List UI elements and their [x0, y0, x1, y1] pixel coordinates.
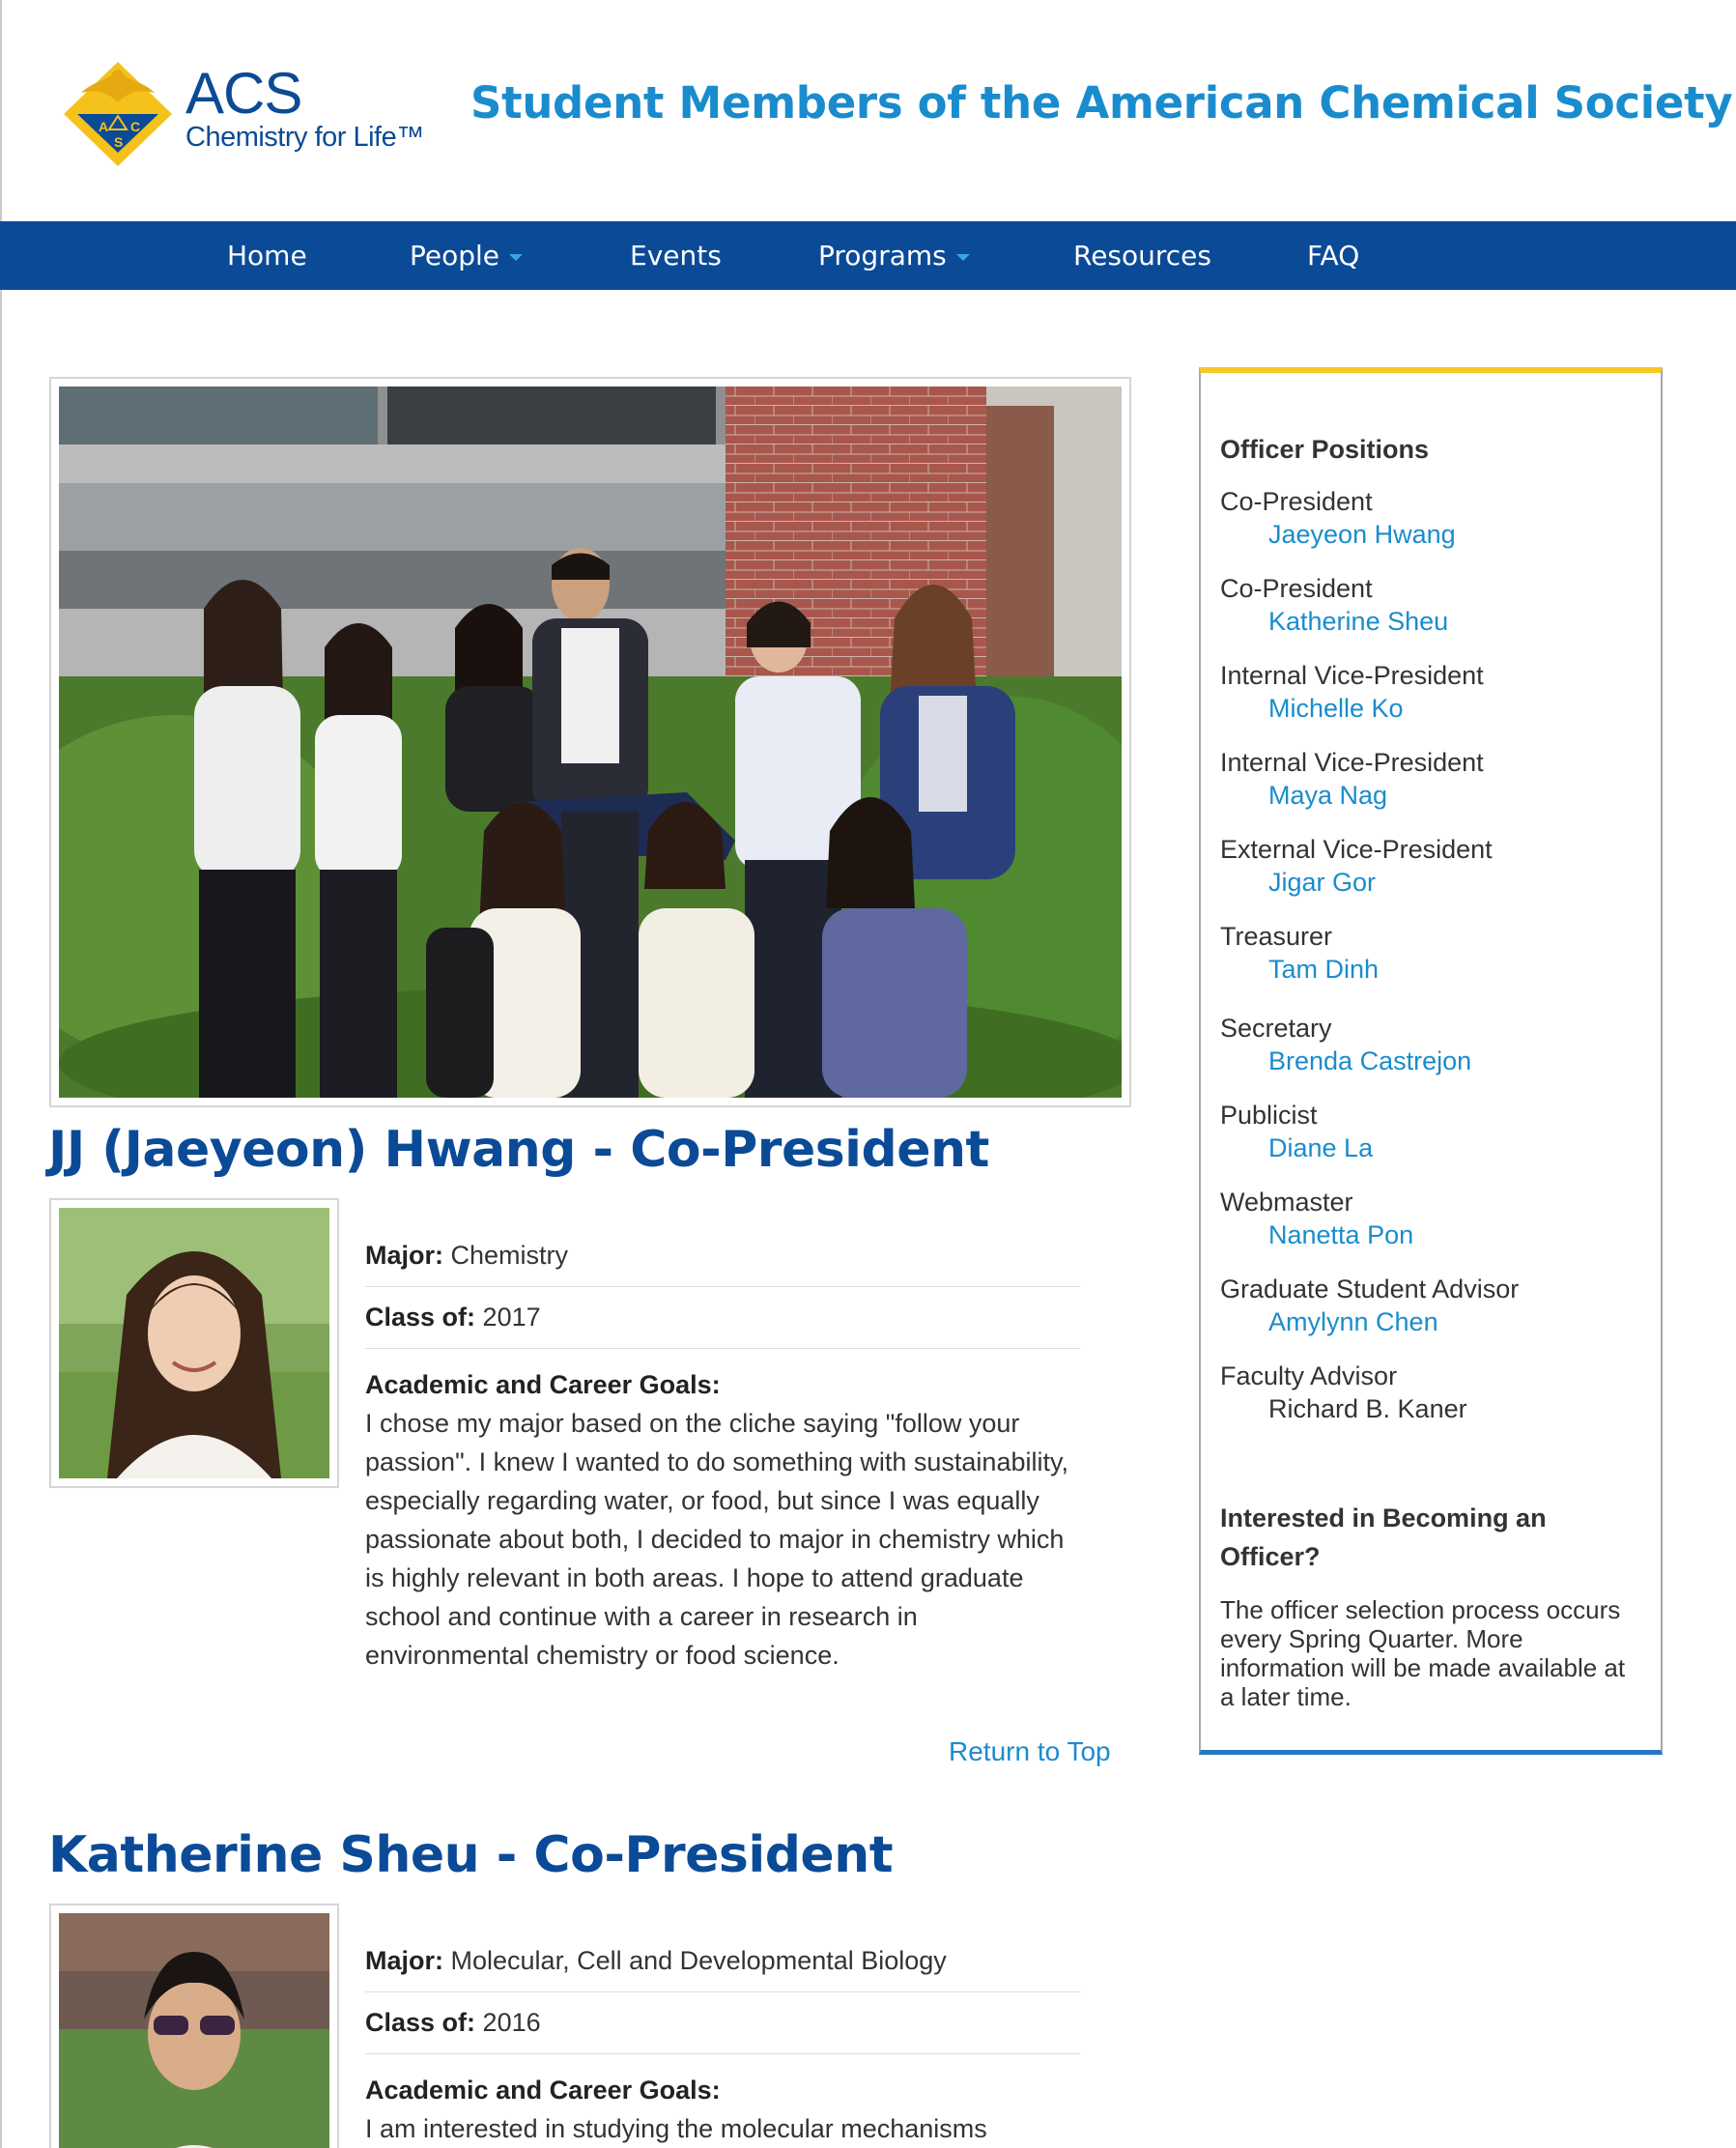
officer-portrait — [49, 1198, 339, 1488]
major-label: Major: — [365, 1241, 443, 1270]
svg-text:A: A — [99, 119, 108, 134]
return-to-top-link[interactable]: Return to Top — [949, 1736, 1111, 1767]
major-label: Major: — [365, 1946, 443, 1975]
major-value: Molecular, Cell and Developmental Biolog… — [450, 1946, 947, 1975]
position-role: Faculty Advisor — [1220, 1361, 1398, 1390]
position-person-link[interactable]: Brenda Castrejon — [1268, 1046, 1471, 1076]
nav-events[interactable]: Events — [630, 221, 722, 290]
class-value: 2017 — [482, 1303, 541, 1332]
nav-faq[interactable]: FAQ — [1307, 221, 1359, 290]
position-person-link[interactable]: Tam Dinh — [1268, 955, 1379, 985]
position-role: Webmaster — [1220, 1188, 1353, 1217]
page-left-border — [0, 0, 2, 2148]
nav-home-label: Home — [227, 240, 307, 272]
nav-programs-label: Programs — [818, 240, 947, 272]
officer-heading: JJ (Jaeyeon) Hwang - Co-President — [48, 1121, 989, 1179]
class-label: Class of: — [365, 2008, 476, 2037]
officers-group-photo — [49, 377, 1131, 1107]
position-person-link[interactable]: Michelle Ko — [1268, 694, 1404, 724]
svg-text:S: S — [114, 134, 123, 150]
chevron-down-icon — [955, 253, 970, 261]
position-person-link[interactable]: Katherine Sheu — [1268, 607, 1448, 637]
nav-people-label: People — [410, 240, 500, 272]
sidebar-title: Officer Positions — [1220, 435, 1430, 464]
position-role: Publicist — [1220, 1101, 1318, 1130]
interest-text: The officer selection process occurs eve… — [1220, 1595, 1626, 1711]
interest-heading: Interested in Becoming an Officer? — [1220, 1504, 1547, 1571]
position-person-link[interactable]: Maya Nag — [1268, 781, 1387, 811]
class-row: Class of: 2017 — [365, 1287, 1080, 1349]
major-row: Major: Chemistry — [365, 1225, 1080, 1287]
portrait-image — [59, 1913, 329, 2148]
logo-acs-text: ACS — [185, 61, 302, 126]
position-role: Internal Vice-President — [1220, 748, 1484, 777]
portrait-image — [59, 1208, 329, 1478]
nav-programs[interactable]: Programs — [818, 221, 970, 290]
officer-positions-sidebar: Officer Positions Co-President Jaeyeon H… — [1199, 367, 1663, 1755]
position-person-link[interactable]: Jigar Gor — [1268, 868, 1376, 898]
svg-text:C: C — [130, 119, 140, 134]
position-role: Co-President — [1220, 487, 1373, 516]
position-role: Co-President — [1220, 574, 1373, 603]
site-title[interactable]: Student Members of the American Chemical… — [470, 77, 1733, 129]
main-nav: Home People Events Programs Resources FA… — [0, 221, 1736, 290]
class-label: Class of: — [365, 1303, 476, 1332]
major-row: Major: Molecular, Cell and Developmental… — [365, 1931, 1080, 1992]
position-person-link[interactable]: Amylynn Chen — [1268, 1307, 1438, 1337]
acs-emblem-icon: A C S — [64, 62, 172, 166]
nav-resources[interactable]: Resources — [1073, 221, 1211, 290]
goals-text: I am interested in studying the molecula… — [365, 2114, 987, 2143]
nav-faq-label: FAQ — [1307, 240, 1360, 272]
position-role: Secretary — [1220, 1014, 1332, 1043]
major-value: Chemistry — [450, 1241, 569, 1270]
position-person-link[interactable]: Diane La — [1268, 1133, 1373, 1163]
officer-info: Major: Chemistry Class of: 2017 Academic… — [365, 1225, 1080, 1675]
goals-text: I chose my major based on the cliche say… — [365, 1409, 1068, 1670]
nav-resources-label: Resources — [1073, 240, 1211, 272]
acs-logo[interactable]: A C S ACS Chemistry for Life™ — [60, 60, 424, 176]
position-person: Richard B. Kaner — [1268, 1394, 1467, 1423]
logo-tagline: Chemistry for Life™ — [185, 122, 424, 153]
goals-label: Academic and Career Goals: — [365, 2076, 721, 2105]
officer-portrait — [49, 1904, 339, 2148]
position-role: External Vice-President — [1220, 835, 1493, 864]
group-photo-image — [59, 387, 1122, 1098]
goals-label: Academic and Career Goals: — [365, 1370, 721, 1399]
position-role: Treasurer — [1220, 922, 1333, 951]
position-person-link[interactable]: Jaeyeon Hwang — [1268, 520, 1456, 550]
nav-events-label: Events — [630, 240, 722, 272]
nav-people[interactable]: People — [410, 221, 524, 290]
class-value: 2016 — [482, 2008, 541, 2037]
chevron-down-icon — [509, 253, 524, 261]
nav-home[interactable]: Home — [227, 221, 307, 290]
officer-heading: Katherine Sheu - Co-President — [48, 1826, 894, 1884]
position-role: Internal Vice-President — [1220, 661, 1484, 690]
site-header: A C S ACS Chemistry for Life™ Student Me… — [0, 0, 1736, 221]
officer-info: Major: Molecular, Cell and Developmental… — [365, 1931, 1080, 2148]
position-role: Graduate Student Advisor — [1220, 1274, 1520, 1303]
class-row: Class of: 2016 — [365, 1992, 1080, 2054]
position-person-link[interactable]: Nanetta Pon — [1268, 1220, 1413, 1250]
